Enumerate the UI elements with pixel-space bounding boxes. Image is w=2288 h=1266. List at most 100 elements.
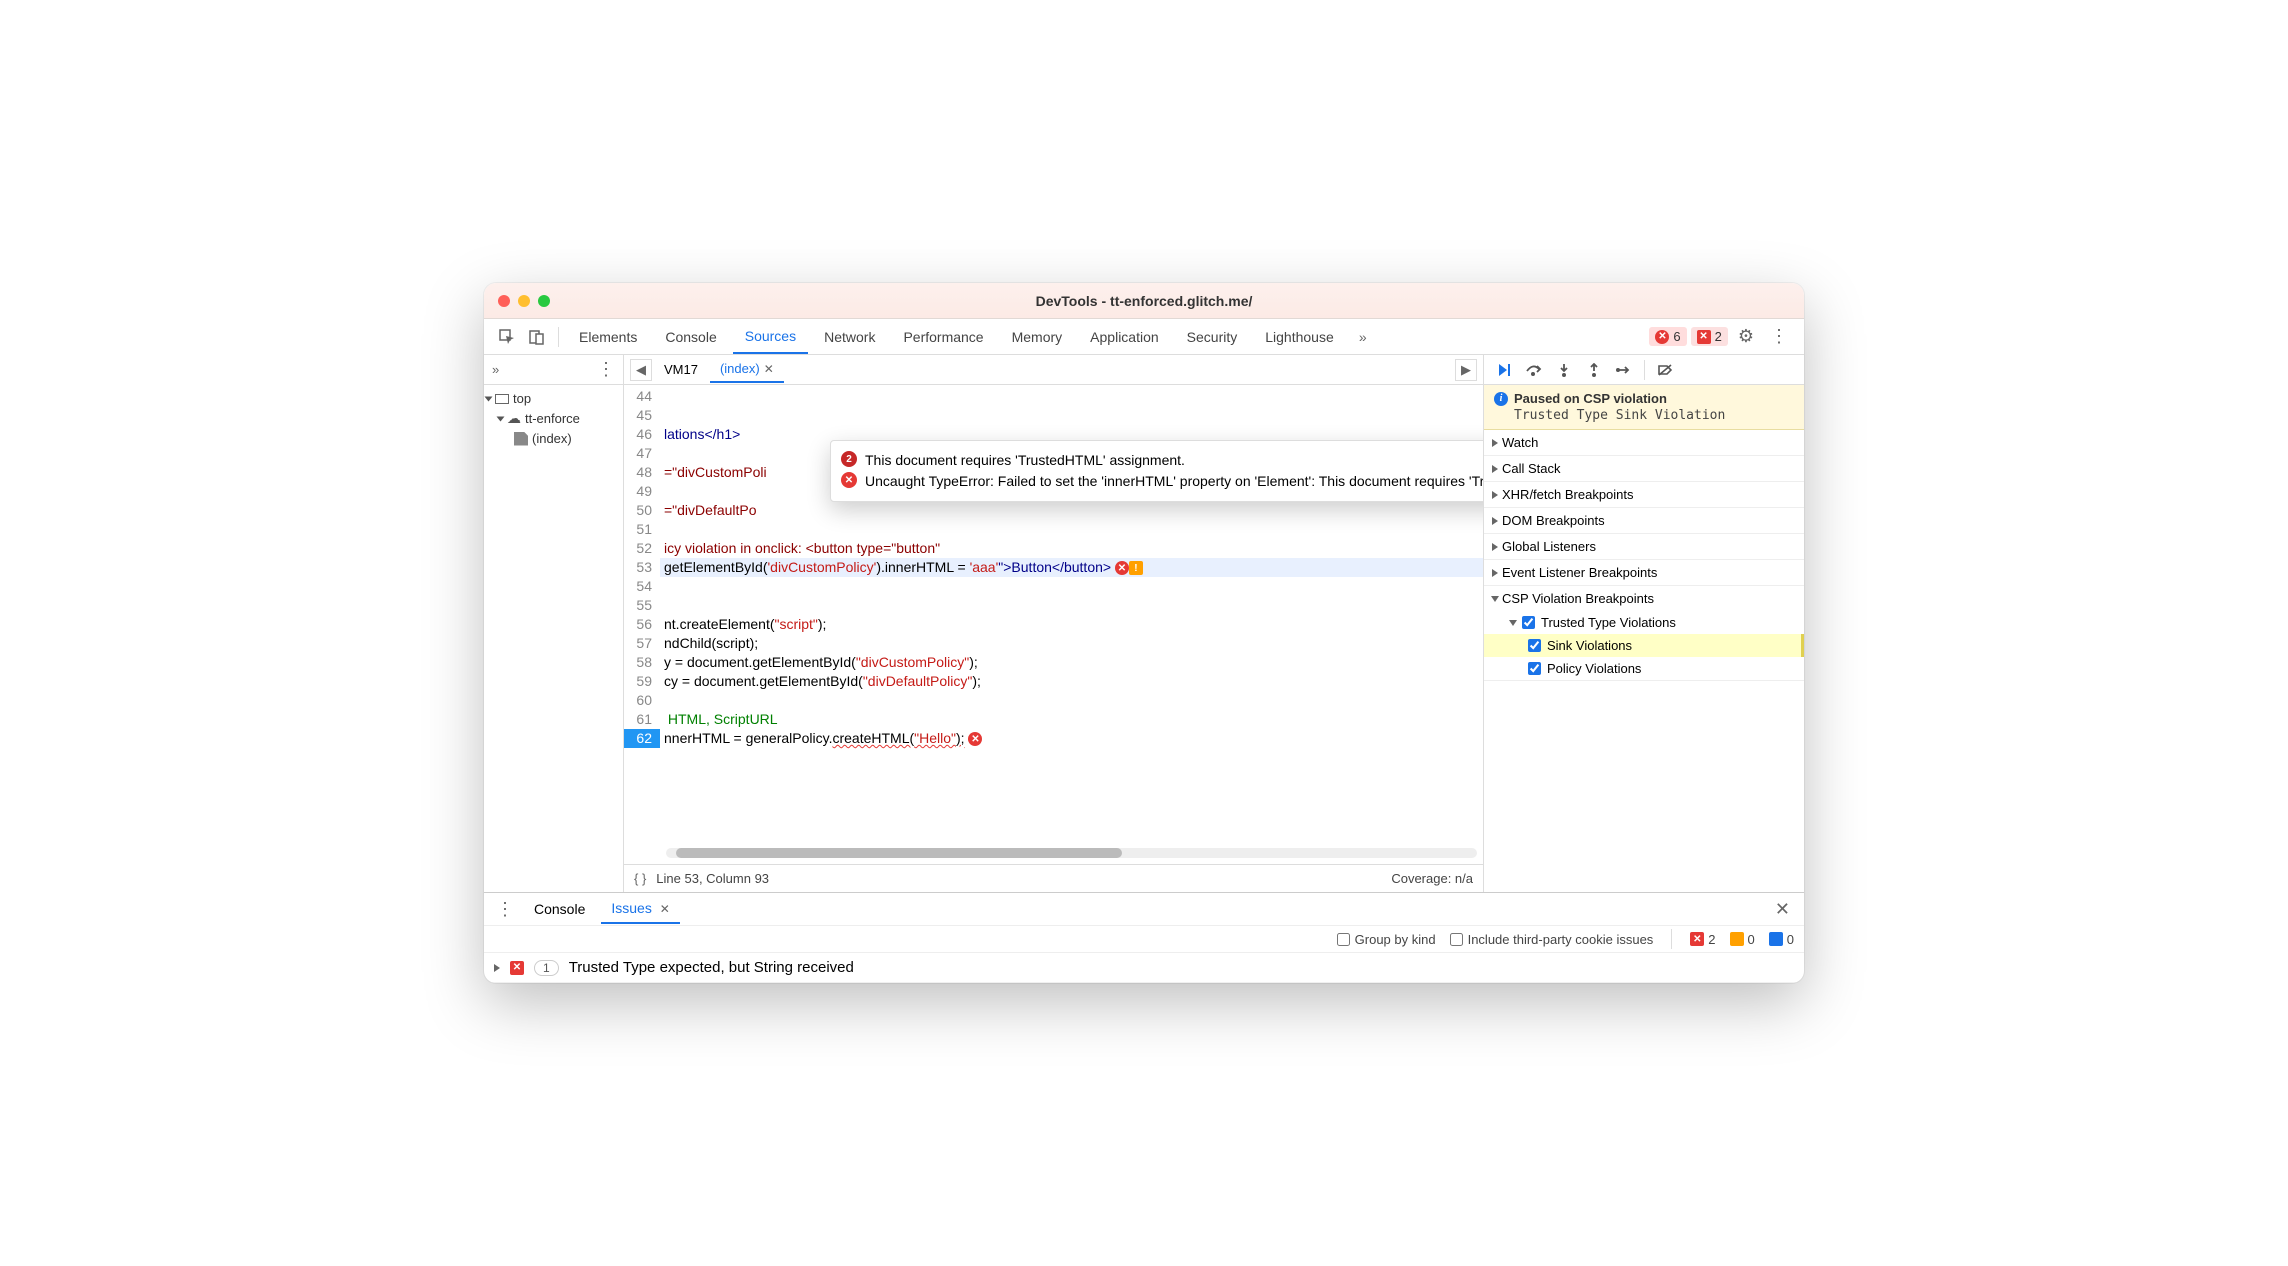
chevron-right-icon: [1492, 439, 1498, 447]
error-tooltip: 2This document requires 'TrustedHTML' as…: [830, 440, 1483, 502]
checkbox-policy[interactable]: [1528, 662, 1541, 675]
issues-info-count[interactable]: 0: [1769, 932, 1794, 947]
cursor-position: Line 53, Column 93: [656, 871, 769, 886]
close-icon[interactable]: ✕: [764, 362, 774, 376]
divider: [558, 327, 559, 347]
tab-elements[interactable]: Elements: [567, 321, 649, 353]
csp-sink-violations[interactable]: Sink Violations: [1484, 634, 1804, 657]
navigator-overflow-icon[interactable]: »: [492, 362, 499, 377]
warning-icon: [1730, 932, 1744, 946]
error-icon[interactable]: ✕: [1115, 561, 1129, 575]
debug-toolbar: [1484, 355, 1804, 385]
checkbox-trusted-type[interactable]: [1522, 616, 1535, 629]
section-dom-breakpoints[interactable]: DOM Breakpoints: [1484, 508, 1804, 533]
drawer-close-icon[interactable]: ✕: [1769, 899, 1796, 920]
chevron-right-icon: [1492, 517, 1498, 525]
include-third-party[interactable]: Include third-party cookie issues: [1450, 932, 1654, 947]
drawer-tabs: ⋮ Console Issues ✕ ✕: [484, 893, 1804, 925]
step-into-button[interactable]: [1550, 357, 1578, 383]
warning-icon[interactable]: !: [1129, 561, 1143, 575]
section-event-listener-breakpoints[interactable]: Event Listener Breakpoints: [1484, 560, 1804, 585]
error-icon: ✕: [510, 961, 524, 975]
expand-icon: [485, 396, 493, 401]
menu-icon[interactable]: ⋮: [1764, 326, 1794, 347]
tab-lighthouse[interactable]: Lighthouse: [1253, 321, 1346, 353]
chevron-right-icon: [1492, 465, 1498, 473]
file-icon: [514, 432, 528, 446]
navigator-menu-icon[interactable]: ⋮: [597, 359, 615, 380]
editor-tab-index[interactable]: (index)✕: [710, 356, 784, 383]
issues-warn-count[interactable]: 0: [1730, 932, 1755, 947]
issues-toolbar: Group by kind Include third-party cookie…: [484, 925, 1804, 953]
frame-icon: [495, 394, 509, 404]
error-icon[interactable]: ✕: [968, 732, 982, 746]
error-icon: ✕: [1690, 932, 1704, 946]
tab-application[interactable]: Application: [1078, 321, 1171, 353]
expand-icon: [497, 416, 505, 421]
tab-memory[interactable]: Memory: [1000, 321, 1075, 353]
paused-message: iPaused on CSP violation Trusted Type Si…: [1484, 385, 1804, 430]
error-icon: ✕: [841, 472, 857, 488]
section-xhr-breakpoints[interactable]: XHR/fetch Breakpoints: [1484, 482, 1804, 507]
error-count-badge[interactable]: ✕6: [1649, 327, 1686, 346]
section-csp-breakpoints[interactable]: CSP Violation Breakpoints: [1484, 586, 1804, 611]
tree-top-frame[interactable]: top: [484, 389, 623, 408]
section-callstack[interactable]: Call Stack: [1484, 456, 1804, 481]
highlighted-line[interactable]: getElementById('divCustomPolicy').innerH…: [660, 558, 1483, 577]
devtools-window: DevTools - tt-enforced.glitch.me/ Elemen…: [484, 283, 1804, 983]
editor-statusbar: { } Line 53, Column 93 Coverage: n/a: [624, 864, 1483, 892]
code-area[interactable]: lations</h1> ="divCustomPoli ="divDefaul…: [660, 385, 1483, 864]
chevron-right-icon: [1492, 543, 1498, 551]
tab-console[interactable]: Console: [653, 321, 728, 353]
step-over-button[interactable]: [1520, 357, 1548, 383]
debugger-pane: iPaused on CSP violation Trusted Type Si…: [1484, 355, 1804, 892]
section-watch[interactable]: Watch: [1484, 430, 1804, 455]
device-toolbar-icon[interactable]: [524, 324, 550, 350]
issues-count-badge[interactable]: ✕2: [1691, 327, 1728, 346]
run-snippet-icon[interactable]: ▶: [1455, 359, 1477, 381]
pretty-print-icon[interactable]: { }: [634, 871, 646, 886]
navigator-toolbar: » ⋮: [484, 355, 623, 385]
drawer-tab-console[interactable]: Console: [524, 895, 595, 923]
resume-button[interactable]: [1490, 357, 1518, 383]
main-tabs: Elements Console Sources Network Perform…: [484, 319, 1804, 355]
tree-domain[interactable]: ☁tt-enforce: [484, 408, 623, 429]
cloud-icon: ☁: [507, 410, 521, 427]
drawer-panel: ⋮ Console Issues ✕ ✕ Group by kind Inclu…: [484, 892, 1804, 983]
issues-list: ✕ 1 Trusted Type expected, but String re…: [484, 953, 1804, 983]
editor-tabs: ◀ VM17 (index)✕ ▶: [624, 355, 1483, 385]
issue-icon: ✕: [1697, 330, 1711, 344]
tree-file-index[interactable]: (index): [484, 429, 623, 448]
tab-sources[interactable]: Sources: [733, 320, 808, 354]
editor-pane: ◀ VM17 (index)✕ ▶ 4445464748495051525354…: [624, 355, 1484, 892]
issue-title: Trusted Type expected, but String receiv…: [569, 959, 854, 976]
inspect-element-icon[interactable]: [494, 324, 520, 350]
drawer-tab-issues[interactable]: Issues ✕: [601, 894, 679, 924]
editor-body[interactable]: 44454647484950515253545556575859606162 l…: [624, 385, 1483, 864]
tab-performance[interactable]: Performance: [891, 321, 995, 353]
editor-nav-icon[interactable]: ◀: [630, 359, 652, 381]
close-icon[interactable]: ✕: [660, 902, 670, 916]
issue-row[interactable]: ✕ 1 Trusted Type expected, but String re…: [484, 953, 1804, 983]
group-by-kind[interactable]: Group by kind: [1337, 932, 1436, 947]
error-icon: ✕: [1655, 330, 1669, 344]
window-title: DevTools - tt-enforced.glitch.me/: [484, 293, 1804, 309]
step-out-button[interactable]: [1580, 357, 1608, 383]
checkbox-sink[interactable]: [1528, 639, 1541, 652]
step-button[interactable]: [1610, 357, 1638, 383]
csp-trusted-type-violations[interactable]: Trusted Type Violations: [1484, 611, 1804, 634]
settings-icon[interactable]: ⚙: [1732, 326, 1760, 347]
coverage-status: Coverage: n/a: [1391, 871, 1473, 886]
tab-security[interactable]: Security: [1175, 321, 1250, 353]
issues-error-count[interactable]: ✕2: [1690, 932, 1715, 947]
scrollbar-thumb[interactable]: [676, 848, 1122, 858]
chevron-right-icon: [1492, 491, 1498, 499]
more-tabs-icon[interactable]: »: [1350, 324, 1376, 350]
tab-network[interactable]: Network: [812, 321, 887, 353]
editor-tab-vm17[interactable]: VM17: [654, 357, 708, 382]
horizontal-scrollbar[interactable]: [666, 848, 1477, 858]
drawer-menu-icon[interactable]: ⋮: [492, 899, 518, 920]
deactivate-breakpoints-button[interactable]: [1651, 357, 1679, 383]
csp-policy-violations[interactable]: Policy Violations: [1484, 657, 1804, 680]
section-global-listeners[interactable]: Global Listeners: [1484, 534, 1804, 559]
